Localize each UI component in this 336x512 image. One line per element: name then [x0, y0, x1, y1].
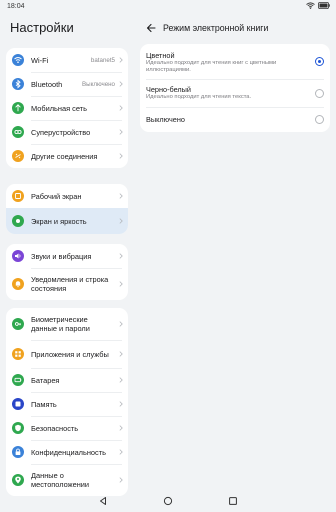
super-device-icon [12, 126, 24, 138]
settings-item-display[interactable]: Экран и яркость [6, 208, 128, 234]
settings-group: Звуки и вибрация Уведомления и строка сос… [6, 244, 128, 300]
option-black-white[interactable]: Черно-белый Идеально подходит для чтения… [140, 80, 330, 106]
storage-icon [12, 398, 24, 410]
settings-item-label: Суперустройство [31, 127, 91, 137]
wifi-icon [12, 54, 24, 66]
settings-item-label: Уведомления и строка состояния [31, 275, 109, 293]
settings-title: Настройки [10, 20, 74, 35]
option-color[interactable]: Цветной Идеально подходит для чтения кни… [140, 44, 330, 78]
mobile-network-icon [12, 102, 24, 114]
chevron-right-icon [119, 81, 123, 87]
option-off[interactable]: Выключено [140, 108, 330, 132]
navigation-bar [0, 492, 336, 512]
chevron-right-icon [119, 477, 123, 483]
battery-status-icon [318, 2, 330, 9]
settings-item-label: Экран и яркость [31, 216, 87, 226]
home-screen-icon [12, 190, 24, 202]
chevron-right-icon [119, 401, 123, 407]
link-icon [12, 150, 24, 162]
settings-item-mobile-network[interactable]: Мобильная сеть [6, 96, 128, 120]
nav-recents-icon[interactable] [228, 496, 238, 506]
status-time: 18:04 [7, 3, 25, 10]
chevron-right-icon [119, 129, 123, 135]
settings-item-label: Приложения и службы [31, 349, 109, 359]
chevron-right-icon [119, 377, 123, 383]
settings-item-home-screen[interactable]: Рабочий экран [6, 184, 128, 208]
chevron-right-icon [119, 193, 123, 199]
settings-item-label: Биометрические данные и пароли [31, 315, 90, 333]
chevron-right-icon [119, 57, 123, 63]
settings-item-sound[interactable]: Звуки и вибрация [6, 244, 128, 268]
option-description: Идеально подходит для чтения текста. [146, 94, 252, 100]
option-title: Выключено [146, 115, 185, 124]
ebook-mode-title: Режим электронной книги [163, 23, 269, 33]
settings-item-battery[interactable]: Батарея [6, 368, 128, 392]
nav-home-icon[interactable] [163, 496, 173, 506]
radio-button-selected[interactable] [315, 57, 324, 66]
settings-group: Рабочий экран Экран и яркость [6, 184, 128, 234]
settings-item-privacy[interactable]: Конфиденциальность [6, 440, 128, 464]
chevron-right-icon [119, 449, 123, 455]
privacy-icon [12, 446, 24, 458]
nav-back-icon[interactable] [98, 496, 108, 506]
settings-item-value: Выключено [82, 80, 115, 88]
settings-item-label: Батарея [31, 375, 60, 385]
radio-button[interactable] [315, 115, 324, 124]
settings-item-label: Рабочий экран [31, 191, 82, 201]
settings-group: Wi-Fi batanet5 Bluetooth Выключено Мобильная… [6, 48, 128, 168]
radio-button[interactable] [315, 89, 324, 98]
settings-item-super-device[interactable]: Суперустройство [6, 120, 128, 144]
option-title: Черно-белый [146, 85, 191, 94]
chevron-right-icon [119, 153, 123, 159]
chevron-right-icon [119, 425, 123, 431]
bluetooth-icon [12, 78, 24, 90]
settings-item-label: Данные о местоположении [31, 471, 90, 489]
ebook-mode-options: Цветной Идеально подходит для чтения кни… [140, 44, 330, 132]
settings-item-label: Другие соединения [31, 151, 98, 161]
option-description: Идеально подходит для чтения книг с цвет… [146, 60, 277, 73]
chevron-right-icon [119, 321, 123, 327]
status-bar: 18:04 [0, 0, 336, 14]
settings-item-wifi[interactable]: Wi-Fi batanet5 [6, 48, 128, 72]
settings-item-bluetooth[interactable]: Bluetooth Выключено [6, 72, 128, 96]
settings-item-bell[interactable]: Уведомления и строка состояния [6, 268, 128, 300]
sound-icon [12, 250, 24, 262]
settings-item-value: batanet5 [90, 56, 115, 64]
option-title: Цветной [146, 51, 175, 60]
settings-item-link[interactable]: Другие соединения [6, 144, 128, 168]
chevron-right-icon [119, 218, 123, 224]
settings-item-storage[interactable]: Память [6, 392, 128, 416]
back-arrow-icon[interactable] [146, 23, 156, 33]
bell-icon [12, 278, 24, 290]
chevron-right-icon [119, 281, 123, 287]
display-icon [12, 215, 24, 227]
settings-item-label: Безопасность [31, 423, 79, 433]
shield-icon [12, 422, 24, 434]
wifi-status-icon [306, 2, 315, 9]
settings-group: Биометрические данные и пароли Приложения… [6, 308, 128, 496]
settings-item-apps[interactable]: Приложения и службы [6, 340, 128, 368]
chevron-right-icon [119, 105, 123, 111]
key-icon [12, 318, 24, 330]
status-icons [306, 2, 330, 9]
settings-item-key[interactable]: Биометрические данные и пароли [6, 308, 128, 340]
settings-item-label: Мобильная сеть [31, 103, 87, 113]
settings-item-label: Конфиденциальность [31, 447, 106, 457]
settings-item-label: Память [31, 399, 57, 409]
chevron-right-icon [119, 351, 123, 357]
settings-item-shield[interactable]: Безопасность [6, 416, 128, 440]
settings-item-label: Звуки и вибрация [31, 251, 92, 261]
apps-icon [12, 348, 24, 360]
location-icon [12, 474, 24, 486]
battery-icon [12, 374, 24, 386]
chevron-right-icon [119, 253, 123, 259]
